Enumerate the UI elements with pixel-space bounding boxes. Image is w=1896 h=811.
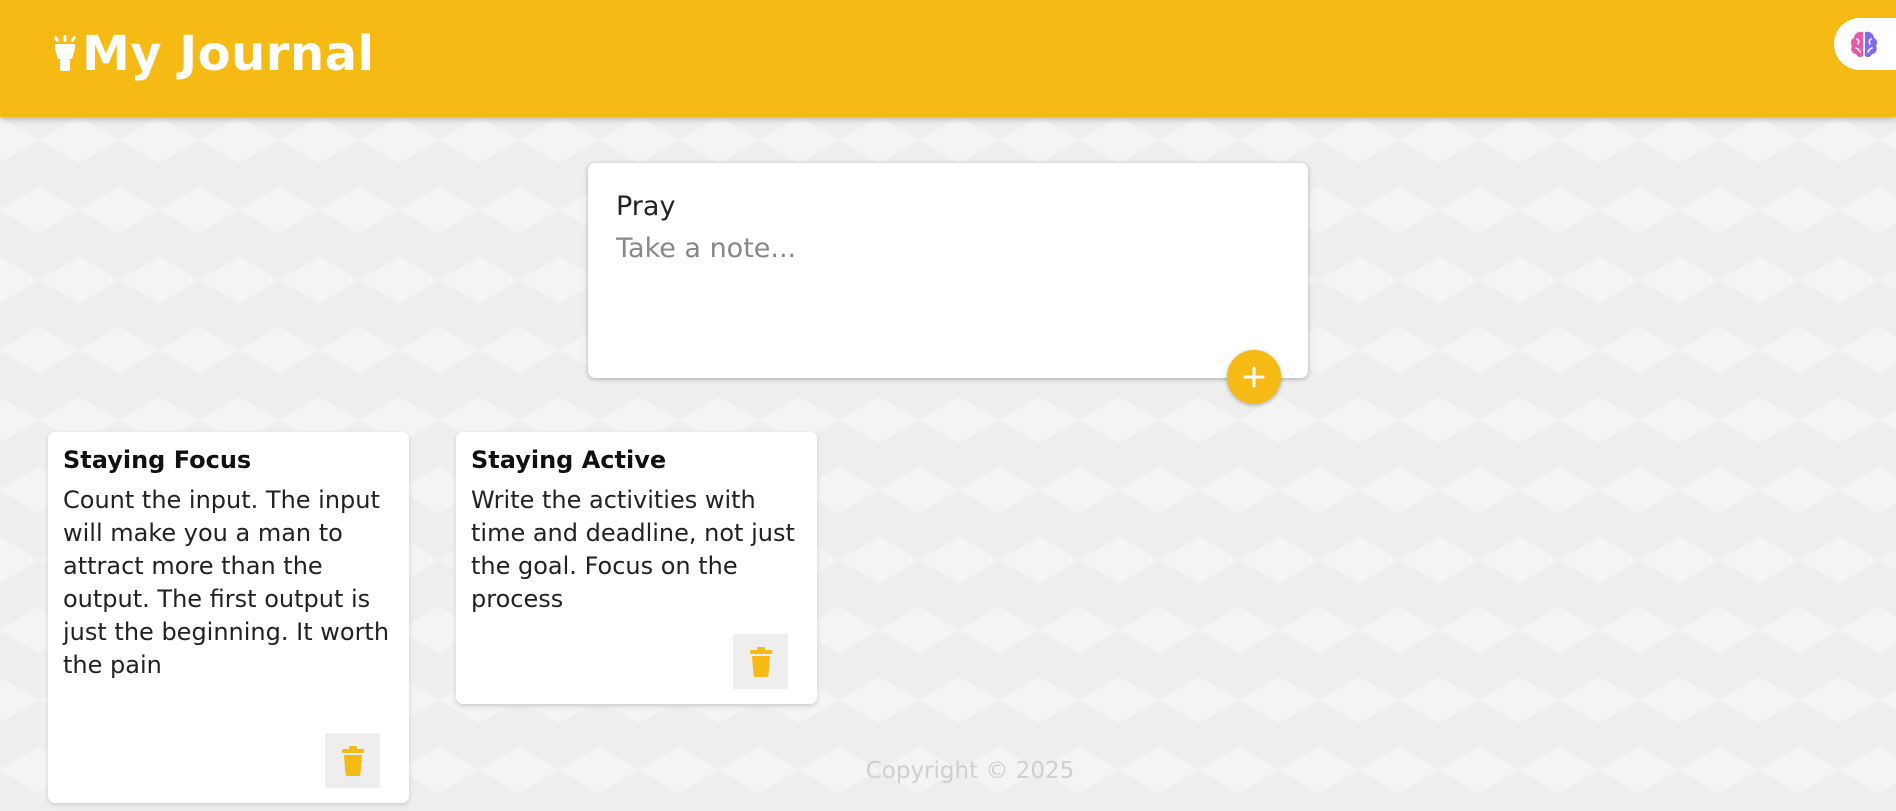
plus-icon [1243, 366, 1265, 388]
footer: Copyright © 2025 [0, 758, 1896, 784]
brain-icon [1850, 31, 1878, 58]
lightbulb-icon [54, 35, 76, 71]
note-content: Write the activities with time and deadl… [471, 486, 795, 613]
app-title: My Journal [82, 26, 375, 82]
note-title: Staying Active [471, 446, 667, 474]
app-header: My Journal [0, 0, 1896, 117]
create-note-form [588, 163, 1308, 404]
ai-assistant-button[interactable] [1834, 18, 1896, 70]
note-content-input[interactable] [616, 233, 1280, 323]
add-note-button[interactable] [1227, 350, 1281, 404]
note-content: Count the input. The input will make you… [63, 486, 390, 679]
trash-icon [749, 646, 772, 677]
note-card: Staying Focus Count the input. The input… [48, 432, 409, 803]
note-title-input[interactable] [616, 187, 1280, 225]
copyright-text: Copyright © 2025 [865, 758, 1075, 784]
note-title: Staying Focus [63, 446, 252, 474]
delete-note-button[interactable] [733, 634, 788, 689]
note-card: Staying Active Write the activities with… [456, 432, 817, 704]
brand: My Journal [52, 22, 374, 86]
